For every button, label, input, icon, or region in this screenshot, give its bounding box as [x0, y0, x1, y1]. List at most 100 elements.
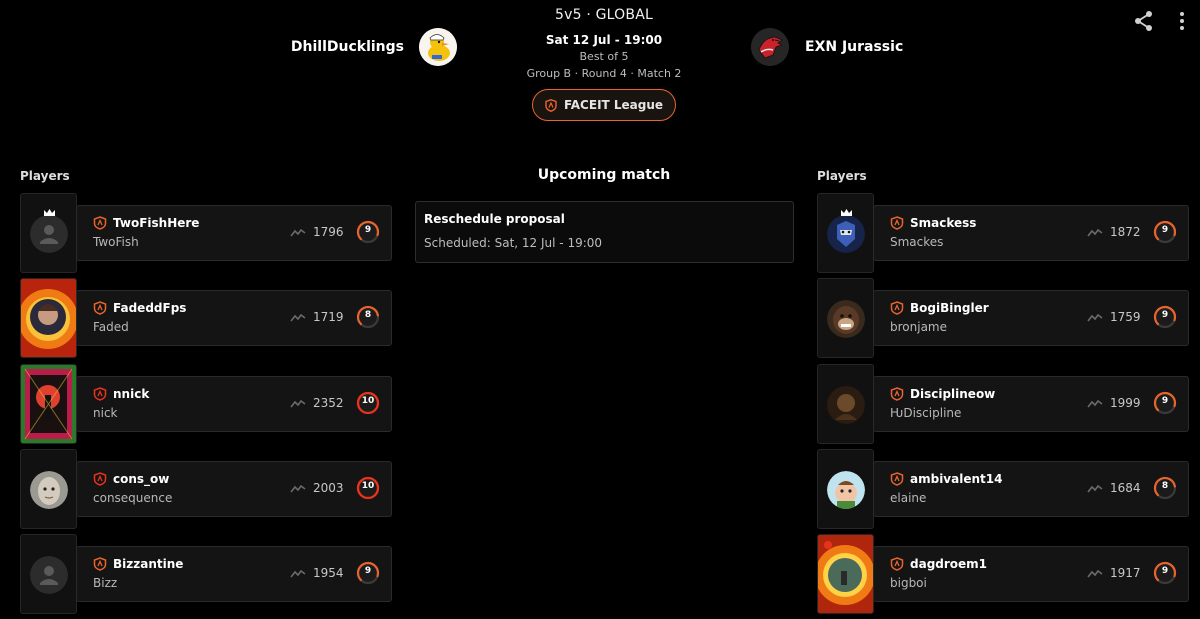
elo-trend-icon	[1087, 570, 1103, 578]
elo-trend-icon	[1087, 314, 1103, 322]
match-mode: 5v5 · GLOBAL	[554, 7, 653, 23]
player-card[interactable]: BogiBingler bronjame 1759 9	[873, 290, 1189, 347]
player-elo: 1999	[1110, 395, 1141, 410]
player-nickname[interactable]: cons_ow	[113, 472, 169, 486]
right-players-label: Players	[817, 169, 867, 183]
upcoming-match-title: Upcoming match	[537, 167, 671, 183]
player-elo: 1759	[1110, 310, 1141, 325]
left-players-label: Players	[20, 169, 70, 183]
default-avatar-icon	[30, 215, 68, 253]
default-avatar-icon	[30, 556, 68, 595]
player-elo: 1719	[313, 310, 344, 325]
elo-trend-icon	[1087, 228, 1103, 237]
skill-level-number: 9	[1161, 225, 1169, 235]
player-nickname[interactable]: BogiBingler	[910, 301, 989, 315]
player-nickname[interactable]: nnick	[113, 387, 149, 401]
elo-trend-icon	[290, 314, 306, 322]
gorilla-icon	[827, 300, 865, 339]
faceit-league-button[interactable]: FACEIT League	[532, 89, 676, 121]
player-card[interactable]: Bizzantine Bizz 1954 9	[76, 546, 392, 603]
player-elo: 1872	[1110, 225, 1141, 239]
team-left-name[interactable]: DhillDucklings	[291, 39, 404, 55]
skill-level-number: 8	[1161, 480, 1169, 491]
explosion-scene-icon	[818, 535, 873, 614]
player-row-twofishhere[interactable]: TwoFishHere TwoFish 1796 9	[20, 193, 392, 273]
player-nickname[interactable]: dagdroem1	[910, 557, 987, 571]
player-card[interactable]: Smackess Smackes 1872 9	[873, 205, 1189, 261]
share-icon[interactable]	[1133, 10, 1155, 32]
player-card[interactable]: FadeddFps Faded 1719 8	[76, 290, 392, 347]
elo-trend-icon	[290, 228, 306, 237]
player-name: bigboi	[890, 576, 927, 591]
player-avatar[interactable]	[817, 193, 874, 273]
player-avatar[interactable]	[817, 363, 874, 444]
skill-level-number: 8	[364, 310, 372, 321]
player-row-cons_ow[interactable]: cons_ow consequence 2003 10	[20, 448, 392, 529]
faceit-shield-icon	[93, 557, 107, 571]
skill-level-number: 10	[361, 395, 375, 406]
player-card[interactable]: ambivalent14 elaine 1684 8	[873, 460, 1189, 517]
match-datetime: Sat 12 Jul - 19:00	[545, 33, 663, 47]
elo-trend-icon	[290, 484, 306, 493]
league-label: FACEIT League	[563, 98, 664, 112]
player-nickname[interactable]: Bizzantine	[113, 557, 183, 571]
player-avatar[interactable]	[20, 278, 77, 359]
player-avatar[interactable]	[20, 448, 77, 529]
skill-level-number: 9	[1161, 566, 1169, 577]
player-name: Bizz	[93, 576, 118, 591]
player-row-bizzantine[interactable]: Bizzantine Bizz 1954 9	[20, 534, 392, 615]
player-elo: 1796	[313, 225, 344, 239]
player-avatar[interactable]	[817, 278, 874, 359]
player-nickname[interactable]: FadeddFps	[113, 301, 186, 315]
psychedelic-art-icon	[21, 364, 76, 443]
player-row-bogibingler[interactable]: BogiBingler bronjame 1759 9	[817, 278, 1189, 359]
player-avatar[interactable]	[20, 363, 77, 444]
player-nickname[interactable]: ambivalent14	[910, 472, 1002, 486]
player-avatar[interactable]	[817, 534, 874, 615]
more-options-icon[interactable]	[1173, 10, 1191, 32]
faceit-shield-icon	[890, 216, 904, 230]
player-avatar[interactable]	[20, 534, 77, 615]
player-name: consequence	[93, 490, 173, 505]
player-nickname[interactable]: TwoFishHere	[113, 216, 199, 230]
player-row-fadeddfps[interactable]: FadeddFps Faded 1719 8	[20, 278, 392, 359]
captain-crown-icon	[44, 209, 55, 216]
skill-level-number: 9	[364, 225, 372, 235]
faceit-shield-icon	[890, 301, 904, 316]
reschedule-proposal-card[interactable]: Reschedule proposal Scheduled: Sat, 12 J…	[415, 201, 794, 263]
player-elo: 1684	[1110, 480, 1141, 495]
player-name: bronjame	[890, 320, 947, 335]
proposal-scheduled: Scheduled: Sat, 12 Jul - 19:00	[424, 236, 603, 250]
captain-crown-icon	[841, 209, 852, 216]
player-card[interactable]: nnick nick 2352 10	[76, 375, 392, 432]
player-name: TwoFish	[93, 235, 139, 249]
player-card[interactable]: cons_ow consequence 2003 10	[76, 460, 392, 517]
player-row-smackess[interactable]: Smackess Smackes 1872 9	[817, 193, 1189, 273]
team-left-logo[interactable]	[419, 28, 457, 66]
faceit-shield-icon	[93, 472, 107, 486]
faceit-shield-icon	[93, 386, 107, 401]
player-card[interactable]: TwoFishHere TwoFish 1796 9	[76, 205, 392, 261]
skill-level-number: 9	[1161, 395, 1169, 406]
player-nickname[interactable]: Smackess	[910, 216, 976, 230]
player-card[interactable]: Disciplineow ԊDiscipline 1999 9	[873, 375, 1189, 432]
player-row-dagdroem1[interactable]: dagdroem1 bigboi 1917 9	[817, 534, 1189, 615]
player-card[interactable]: dagdroem1 bigboi 1917 9	[873, 546, 1189, 603]
dark-figure-icon	[827, 385, 865, 424]
group-info: Group B · Round 4 · Match 2	[526, 67, 682, 80]
team-right-logo[interactable]	[751, 28, 789, 66]
player-elo: 1917	[1110, 566, 1141, 581]
faceit-shield-icon	[890, 386, 904, 401]
player-avatar[interactable]	[20, 193, 77, 273]
team-right-name[interactable]: EXN Jurassic	[805, 39, 903, 55]
armored-knight-icon	[827, 215, 865, 253]
player-row-disciplineow[interactable]: Disciplineow ԊDiscipline 1999 9	[817, 363, 1189, 444]
player-row-ambivalent14[interactable]: ambivalent14 elaine 1684 8	[817, 448, 1189, 529]
player-elo: 1954	[313, 566, 344, 581]
player-nickname[interactable]: Disciplineow	[910, 387, 995, 401]
faceit-shield-icon	[890, 557, 904, 571]
player-avatar[interactable]	[817, 448, 874, 529]
player-name: nick	[93, 405, 118, 420]
player-elo: 2003	[313, 480, 344, 495]
player-row-nnick[interactable]: nnick nick 2352 10	[20, 363, 392, 444]
